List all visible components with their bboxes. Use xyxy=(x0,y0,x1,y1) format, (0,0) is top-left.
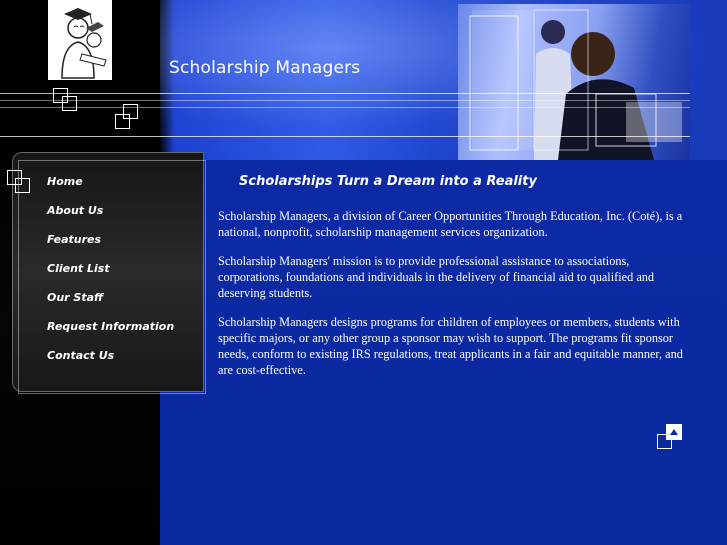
programs-paragraph: Scholarship Managers designs programs fo… xyxy=(218,315,683,377)
page-header: Scholarship Managers xyxy=(0,0,727,160)
nav-item-about-us[interactable]: About Us xyxy=(47,204,103,217)
decor-square xyxy=(115,114,130,129)
nav-item-features[interactable]: Features xyxy=(47,233,101,246)
nav-item-request-information[interactable]: Request Information xyxy=(47,320,174,333)
graduate-with-diploma-logo-icon xyxy=(48,0,112,80)
header-rule-3 xyxy=(0,107,690,108)
intro-paragraph: Scholarship Managers, a division of Care… xyxy=(218,209,683,239)
arrow-up-icon xyxy=(670,429,678,435)
nav-item-our-staff[interactable]: Our Staff xyxy=(47,291,103,304)
nav-item-home[interactable]: Home xyxy=(47,175,83,188)
header-rule-2 xyxy=(0,100,690,101)
nav-item-client-list[interactable]: Client List xyxy=(47,262,110,275)
back-to-top-button[interactable] xyxy=(666,424,682,440)
page-heading: Scholarships Turn a Dream into a Reality xyxy=(239,174,537,189)
site-title: Scholarship Managers xyxy=(169,58,361,78)
decor-square xyxy=(62,96,77,111)
header-rule-4 xyxy=(0,136,690,137)
decor-square xyxy=(15,178,30,193)
site-logo[interactable] xyxy=(48,0,112,80)
header-rule-1 xyxy=(0,93,690,94)
nav-item-contact-us[interactable]: Contact Us xyxy=(47,349,114,362)
mission-paragraph: Scholarship Managers' mission is to prov… xyxy=(218,254,655,300)
